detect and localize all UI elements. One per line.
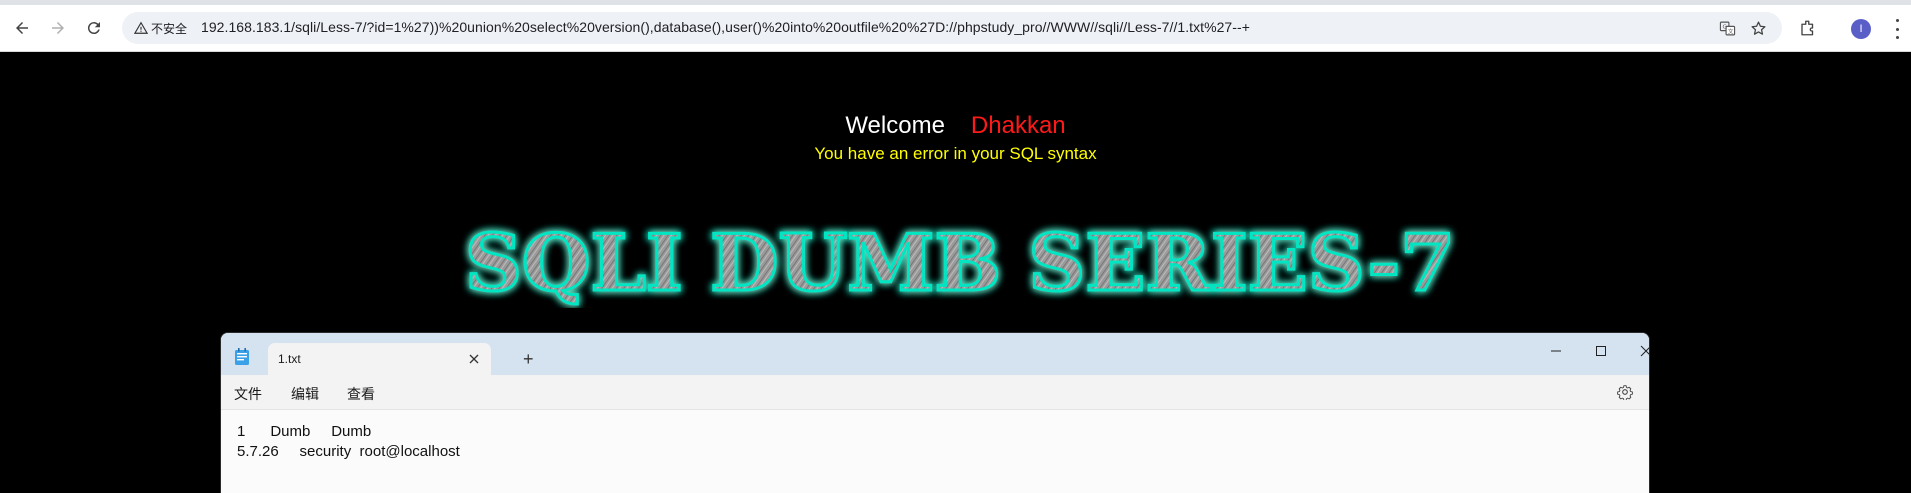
forward-button[interactable] [44, 14, 72, 42]
close-icon [1640, 345, 1649, 357]
security-label: 不安全 [151, 21, 188, 36]
text-line-2: 5.7.26 security root@localhost [237, 443, 460, 460]
banner-text: SQLI DUMB SERIES-7 [465, 218, 1455, 308]
warning-triangle-icon [134, 21, 148, 34]
puzzle-icon [1801, 20, 1814, 36]
back-arrow-icon [16, 22, 28, 34]
close-window-button[interactable] [1624, 341, 1649, 361]
new-tab-plus-icon[interactable]: + [523, 350, 534, 368]
star-icon [1750, 20, 1766, 35]
bookmark-star-button[interactable] [1748, 18, 1768, 38]
forward-arrow-icon [52, 22, 64, 34]
minimize-icon [1551, 350, 1561, 352]
maximize-icon [1596, 346, 1606, 356]
translate-icon: G文 [1719, 21, 1735, 35]
browser-toolbar: 不安全 192.168.183.1/sqli/Less-7/?id=1%27))… [0, 5, 1911, 52]
sql-error-message: You have an error in your SQL syntax [814, 144, 1097, 163]
menu-view[interactable]: 查看 [347, 384, 375, 404]
profile-avatar[interactable]: I [1851, 19, 1871, 39]
menu-file[interactable]: 文件 [234, 384, 262, 404]
security-indicator[interactable]: 不安全 [130, 17, 191, 39]
welcome-text: Welcome [845, 112, 945, 139]
welcome-line: Welcome Dhakkan [0, 112, 1911, 140]
notepad-app-icon [235, 348, 249, 365]
address-bar[interactable]: 不安全 192.168.183.1/sqli/Less-7/?id=1%27))… [122, 12, 1782, 44]
url-text[interactable]: 192.168.183.1/sqli/Less-7/?id=1%27))%20u… [201, 19, 1250, 35]
notepad-titlebar[interactable]: 1.txt + [221, 333, 1649, 375]
reload-button[interactable] [80, 14, 108, 42]
text-line-1: 1 Dumb Dumb [237, 423, 372, 440]
notepad-tab[interactable]: 1.txt [268, 343, 491, 375]
browser-menu-icon[interactable] [1894, 19, 1900, 39]
reload-icon [87, 22, 100, 35]
translate-button[interactable]: G文 [1717, 18, 1737, 38]
close-tab-icon[interactable] [467, 352, 481, 366]
username-text: Dhakkan [970, 112, 1066, 139]
extensions-button[interactable] [1797, 17, 1819, 39]
back-button[interactable] [8, 14, 36, 42]
minimize-button[interactable] [1534, 341, 1578, 361]
notepad-window[interactable]: 1.txt + 文件 编辑 查看 1 Dumb Dumb 5.7.26 secu… [221, 333, 1649, 493]
menu-edit[interactable]: 编辑 [291, 384, 319, 404]
notepad-menubar: 文件 编辑 查看 [221, 375, 1649, 410]
notepad-tab-title: 1.txt [278, 352, 301, 366]
settings-gear-icon[interactable] [1617, 384, 1633, 400]
sqli-series-banner: SQLI DUMB SERIES-7 [464, 218, 1457, 308]
maximize-button[interactable] [1579, 341, 1623, 361]
